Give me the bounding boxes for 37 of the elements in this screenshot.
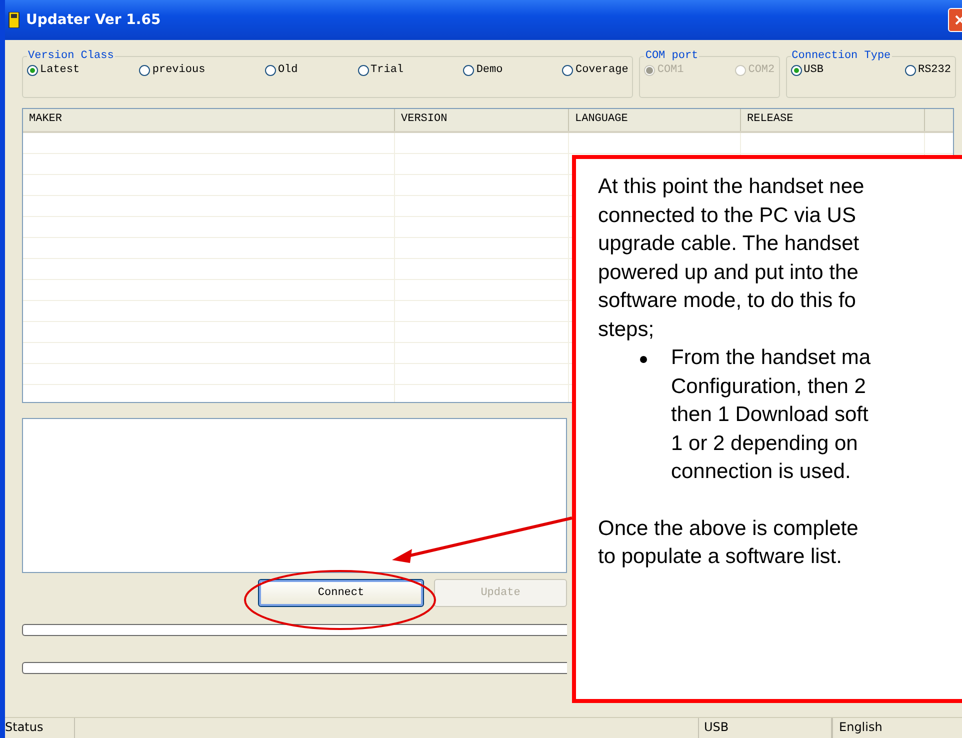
radio-option[interactable]: Old	[264, 64, 298, 76]
close-icon	[955, 15, 962, 25]
radio-option[interactable]: previous	[139, 64, 206, 76]
handset-icon	[8, 12, 20, 28]
radio-option[interactable]: Latest	[27, 64, 80, 76]
column-header[interactable]: VERSION	[395, 109, 569, 131]
callout-text: upgrade cable. The handset	[598, 231, 860, 257]
column-header[interactable]: LANGUAGE	[569, 109, 741, 131]
radio-option[interactable]: Coverage	[562, 64, 628, 76]
radio-option[interactable]: Demo	[463, 64, 503, 76]
callout-text: connection is used.	[671, 459, 852, 485]
status-text: Status	[5, 718, 75, 738]
connect-button[interactable]: Connect	[258, 579, 424, 607]
radio-option[interactable]: USB	[790, 64, 824, 76]
window-title: Updater Ver 1.65	[26, 12, 161, 28]
callout-text: Configuration, then 2	[671, 374, 867, 400]
group-title: COM port	[644, 50, 700, 62]
callout-text: to populate a software list.	[598, 544, 843, 570]
column-header[interactable]: RELEASE	[741, 109, 925, 131]
group-title: Version Class	[27, 50, 115, 62]
callout-text: software mode, to do this fo	[598, 288, 857, 314]
bullet-icon	[640, 356, 647, 363]
callout-text: powered up and put into the	[598, 260, 860, 286]
radio-option[interactable]: RS232	[904, 64, 951, 76]
radio-option[interactable]: Trial	[358, 64, 404, 76]
column-header[interactable]: MAKER	[23, 109, 395, 131]
status-text: English	[832, 718, 962, 738]
callout-text: 1 or 2 depending on	[671, 430, 859, 456]
callout-text: From the handset ma	[671, 345, 871, 371]
callout-text: then 1 Download soft	[671, 402, 870, 428]
callout-text: steps;	[598, 316, 656, 342]
callout-text: At this point the handset nee	[598, 174, 866, 200]
group-title: Connection Type	[790, 50, 892, 62]
status-text: USB	[698, 718, 832, 738]
log-area[interactable]	[22, 418, 567, 573]
callout-text: connected to the PC via US	[598, 202, 857, 228]
callout-text: Once the above is complete	[598, 516, 860, 542]
